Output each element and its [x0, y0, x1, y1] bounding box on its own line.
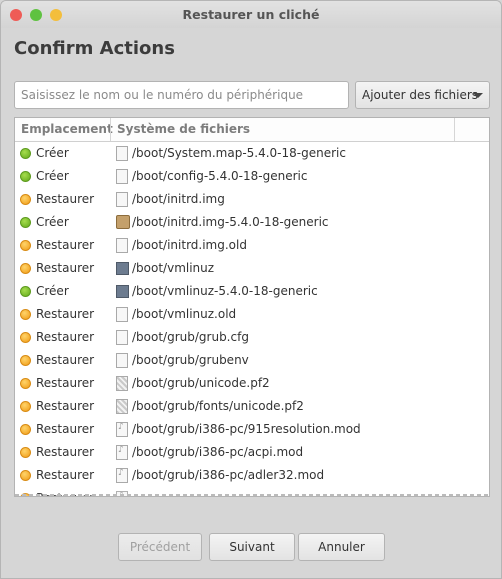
- row-path: /boot/grub/i386-pc/acpi.mod: [132, 445, 304, 459]
- font-icon: [116, 376, 128, 391]
- table-row[interactable]: Restaurer/boot/vmlinuz: [15, 257, 489, 280]
- row-action: Créer: [36, 169, 69, 183]
- row-path: /boot/vmlinuz-5.4.0-18-generic: [132, 284, 318, 298]
- page-heading: Confirm Actions: [14, 38, 175, 59]
- table-header: Emplacement Système de fichiers: [15, 118, 489, 142]
- create-status-icon: [20, 148, 31, 159]
- row-path: /boot/grub/grubenv: [132, 353, 249, 367]
- table-row[interactable]: Restaurer/boot/grub/i386-pc/915resolutio…: [15, 418, 489, 441]
- chevron-down-icon: [473, 93, 483, 98]
- table-row[interactable]: Restaurer/boot/grub/i386-pc/adler32.mod: [15, 464, 489, 487]
- restore-status-icon: [20, 263, 31, 274]
- row-action: Restaurer: [36, 376, 95, 390]
- table-row[interactable]: Créer/boot/initrd.img-5.4.0-18-generic: [15, 211, 489, 234]
- row-path: /boot/vmlinuz: [132, 261, 215, 275]
- row-path: /boot/grub/i386-pc/915resolution.mod: [132, 422, 361, 436]
- row-action: Restaurer: [36, 422, 95, 436]
- table-row[interactable]: Restaurer/boot/initrd.img.old: [15, 234, 489, 257]
- row-action: Restaurer: [36, 238, 95, 252]
- row-path: /boot/config-5.4.0-18-generic: [132, 169, 308, 183]
- row-action: Restaurer: [36, 353, 95, 367]
- package-icon: [116, 215, 130, 229]
- document-icon: [116, 238, 128, 253]
- row-path: /boot/System.map-5.4.0-18-generic: [132, 146, 346, 160]
- previous-button[interactable]: Précédent: [118, 533, 202, 561]
- table-row[interactable]: Créer/boot/config-5.4.0-18-generic: [15, 165, 489, 188]
- restore-status-icon: [20, 424, 31, 435]
- table-row[interactable]: Restaurer/boot/grub/grubenv: [15, 349, 489, 372]
- row-path: /boot/grub/i386-pc/adler32.mod: [132, 468, 325, 482]
- create-status-icon: [20, 171, 31, 182]
- table-row[interactable]: Créer/boot/vmlinuz-5.4.0-18-generic: [15, 280, 489, 303]
- add-files-dropdown[interactable]: Ajouter des fichiers: [355, 81, 490, 109]
- row-action: Créer: [36, 146, 69, 160]
- create-status-icon: [20, 217, 31, 228]
- module-icon: [116, 422, 128, 437]
- column-separator: [110, 118, 111, 141]
- table-row[interactable]: Restaurer/boot/grub/grub.cfg: [15, 326, 489, 349]
- row-action: Restaurer: [36, 445, 95, 459]
- restore-status-icon: [20, 470, 31, 481]
- restore-status-icon: [20, 378, 31, 389]
- row-path: /boot/initrd.img.old: [132, 238, 247, 252]
- restore-snapshot-window: Restaurer un cliché Confirm Actions Ajou…: [0, 0, 502, 579]
- document-icon: [116, 330, 128, 345]
- table-row[interactable]: Restaurer/boot/grub/fonts/unicode.pf2: [15, 395, 489, 418]
- column-header-filesystem[interactable]: Système de fichiers: [117, 122, 250, 136]
- row-action: Restaurer: [36, 399, 95, 413]
- restore-status-icon: [20, 194, 31, 205]
- module-icon: [116, 468, 128, 483]
- row-action: Créer: [36, 284, 69, 298]
- title-bar[interactable]: Restaurer un cliché: [1, 1, 501, 28]
- restore-status-icon: [20, 332, 31, 343]
- row-path: /boot/initrd.img-5.4.0-18-generic: [132, 215, 329, 229]
- scroll-edge-indicator: [15, 494, 489, 496]
- actions-table[interactable]: Emplacement Système de fichiers Créer/bo…: [14, 117, 490, 497]
- create-status-icon: [20, 286, 31, 297]
- document-icon: [116, 169, 128, 184]
- font-icon: [116, 399, 128, 414]
- add-files-label: Ajouter des fichiers: [362, 88, 479, 102]
- next-button[interactable]: Suivant: [209, 533, 295, 561]
- document-icon: [116, 353, 128, 368]
- row-action: Créer: [36, 215, 69, 229]
- row-action: Restaurer: [36, 192, 95, 206]
- restore-status-icon: [20, 240, 31, 251]
- row-path: /boot/grub/unicode.pf2: [132, 376, 270, 390]
- restore-status-icon: [20, 447, 31, 458]
- restore-status-icon: [20, 309, 31, 320]
- device-search-input[interactable]: [14, 81, 349, 109]
- table-row[interactable]: Restaurer/boot/initrd.img: [15, 188, 489, 211]
- table-row[interactable]: Restaurer/boot/grub/i386-pc/acpi.mod: [15, 441, 489, 464]
- module-icon: [116, 445, 128, 460]
- document-icon: [116, 307, 128, 322]
- row-action: Restaurer: [36, 261, 95, 275]
- row-action: Restaurer: [36, 330, 95, 344]
- restore-status-icon: [20, 355, 31, 366]
- restore-status-icon: [20, 401, 31, 412]
- row-path: /boot/grub/grub.cfg: [132, 330, 249, 344]
- table-row[interactable]: Créer/boot/System.map-5.4.0-18-generic: [15, 142, 489, 165]
- table-row[interactable]: Restaurer/boot/vmlinuz.old: [15, 303, 489, 326]
- document-icon: [116, 192, 128, 207]
- column-separator: [454, 118, 455, 141]
- row-path: /boot/grub/fonts/unicode.pf2: [132, 399, 304, 413]
- row-path: /boot/initrd.img: [132, 192, 225, 206]
- document-icon: [116, 146, 128, 161]
- column-header-location[interactable]: Emplacement: [21, 122, 113, 136]
- row-action: Restaurer: [36, 307, 95, 321]
- cancel-button[interactable]: Annuler: [298, 533, 385, 561]
- row-path: /boot/vmlinuz.old: [132, 307, 237, 321]
- binary-icon: [116, 285, 129, 298]
- table-row[interactable]: Restaurer/boot/grub/unicode.pf2: [15, 372, 489, 395]
- binary-icon: [116, 262, 129, 275]
- row-action: Restaurer: [36, 468, 95, 482]
- window-title: Restaurer un cliché: [182, 7, 320, 22]
